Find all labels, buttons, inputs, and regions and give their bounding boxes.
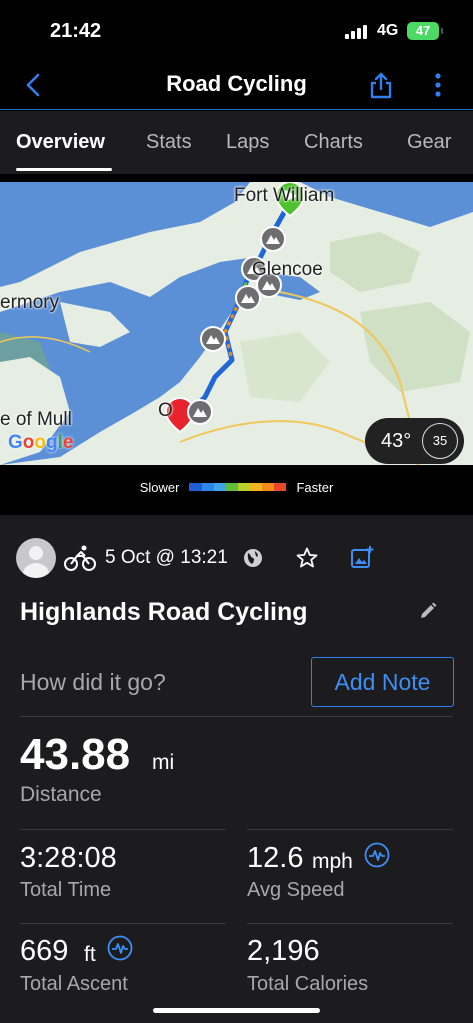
map-label-oban: O [158,400,173,421]
total-ascent-label: Total Ascent [20,973,128,995]
google-logo: Google [8,432,74,453]
avg-speed-unit: mph [312,850,353,873]
wind-speed-icon: 35 [422,423,458,459]
globe-icon[interactable] [242,547,264,569]
add-note-button[interactable]: Add Note [311,657,454,707]
map-label-tobermory: ermory [0,292,60,313]
star-icon[interactable] [295,546,319,570]
status-time: 21:42 [50,20,102,42]
battery-icon: 47 [407,22,443,40]
share-icon[interactable] [368,70,394,100]
edit-pencil-icon[interactable] [418,601,438,621]
total-calories-label: Total Calories [247,973,369,995]
active-tab-indicator [16,168,112,171]
total-ascent-unit: ft [84,943,96,966]
distance-label: Distance [20,783,102,806]
map-label-fort-william: Fort William [234,185,335,206]
speed-chart-icon[interactable] [364,842,390,868]
distance-unit: mi [152,751,175,774]
add-photo-icon[interactable] [350,545,374,569]
network-type: 4G [377,22,399,39]
tab-charts[interactable]: Charts [304,131,363,154]
map-label-glencoe: Glencoe [252,259,323,280]
divider [20,829,226,830]
nav-bar: Road Cycling [0,62,473,110]
activity-details-panel: 5 Oct @ 13:21 Highlands Road Cycling How… [0,515,473,1023]
tab-laps[interactable]: Laps [226,131,269,154]
activity-title: Highlands Road Cycling [20,598,308,626]
total-calories-value: 2,196 [247,935,320,967]
legend-slower: Slower [139,479,180,495]
feedback-prompt: How did it go? [20,669,166,695]
divider [20,923,226,924]
divider [247,829,453,830]
map-label-isle-of-mull: e of Mull [0,409,72,430]
speed-gradient-bar [189,483,287,491]
total-ascent-value: 669 [20,935,69,967]
ascent-chart-icon[interactable] [107,935,133,961]
divider [20,716,453,717]
signal-icon [345,25,367,39]
home-indicator[interactable] [153,1008,320,1013]
speed-legend: Slower Faster [0,472,473,502]
total-time-value: 3:28:08 [20,842,117,874]
battery-level: 47 [415,23,431,38]
total-time-label: Total Time [20,879,112,901]
legend-faster: Faster [296,479,334,495]
tab-stats[interactable]: Stats [146,131,192,154]
avatar[interactable] [16,538,56,578]
avg-speed-label: Avg Speed [247,879,345,901]
page-title: Road Cycling [166,71,307,96]
avg-speed-value: 12.6 [247,842,304,874]
activity-date: 5 Oct @ 13:21 [105,547,228,568]
tab-gear[interactable]: Gear [407,131,451,154]
more-options-icon[interactable] [430,72,446,98]
divider [247,923,453,924]
distance-value: 43.88 [20,730,131,779]
cycling-icon [64,545,96,571]
route-map[interactable]: Fort William Glencoe ermory e of Mull O … [0,182,473,465]
wind-speed: 35 [432,433,448,448]
activity-meta-row: 5 Oct @ 13:21 [16,538,456,578]
weather-pill[interactable]: 43° 35 [365,418,464,464]
temperature: 43° [381,429,412,452]
tab-bar: Overview Stats Laps Charts Gear [0,111,473,174]
status-bar: 21:42 4G 47 [0,0,473,62]
tab-overview[interactable]: Overview [16,131,105,154]
